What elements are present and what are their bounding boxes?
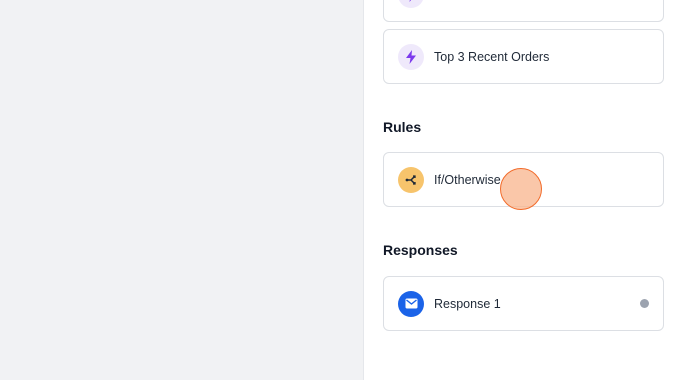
cursor-indicator (500, 168, 542, 210)
lightning-icon (398, 0, 424, 8)
card-label: Top 3 Recent Orders (434, 49, 550, 64)
branch-icon (398, 166, 424, 193)
mail-icon (398, 290, 424, 317)
data-card-partial[interactable] (383, 0, 664, 22)
section-title-rules: Rules (383, 119, 422, 135)
workflow-canvas[interactable] (0, 0, 363, 380)
card-label: If/Otherwise (434, 172, 501, 187)
lightning-icon (398, 43, 424, 70)
status-dot (640, 299, 649, 308)
response-card-1[interactable]: Response 1 (383, 276, 664, 331)
card-label: Response 1 (434, 296, 501, 311)
data-card-top-orders[interactable]: Top 3 Recent Orders (383, 29, 664, 84)
section-title-responses: Responses (383, 242, 458, 258)
